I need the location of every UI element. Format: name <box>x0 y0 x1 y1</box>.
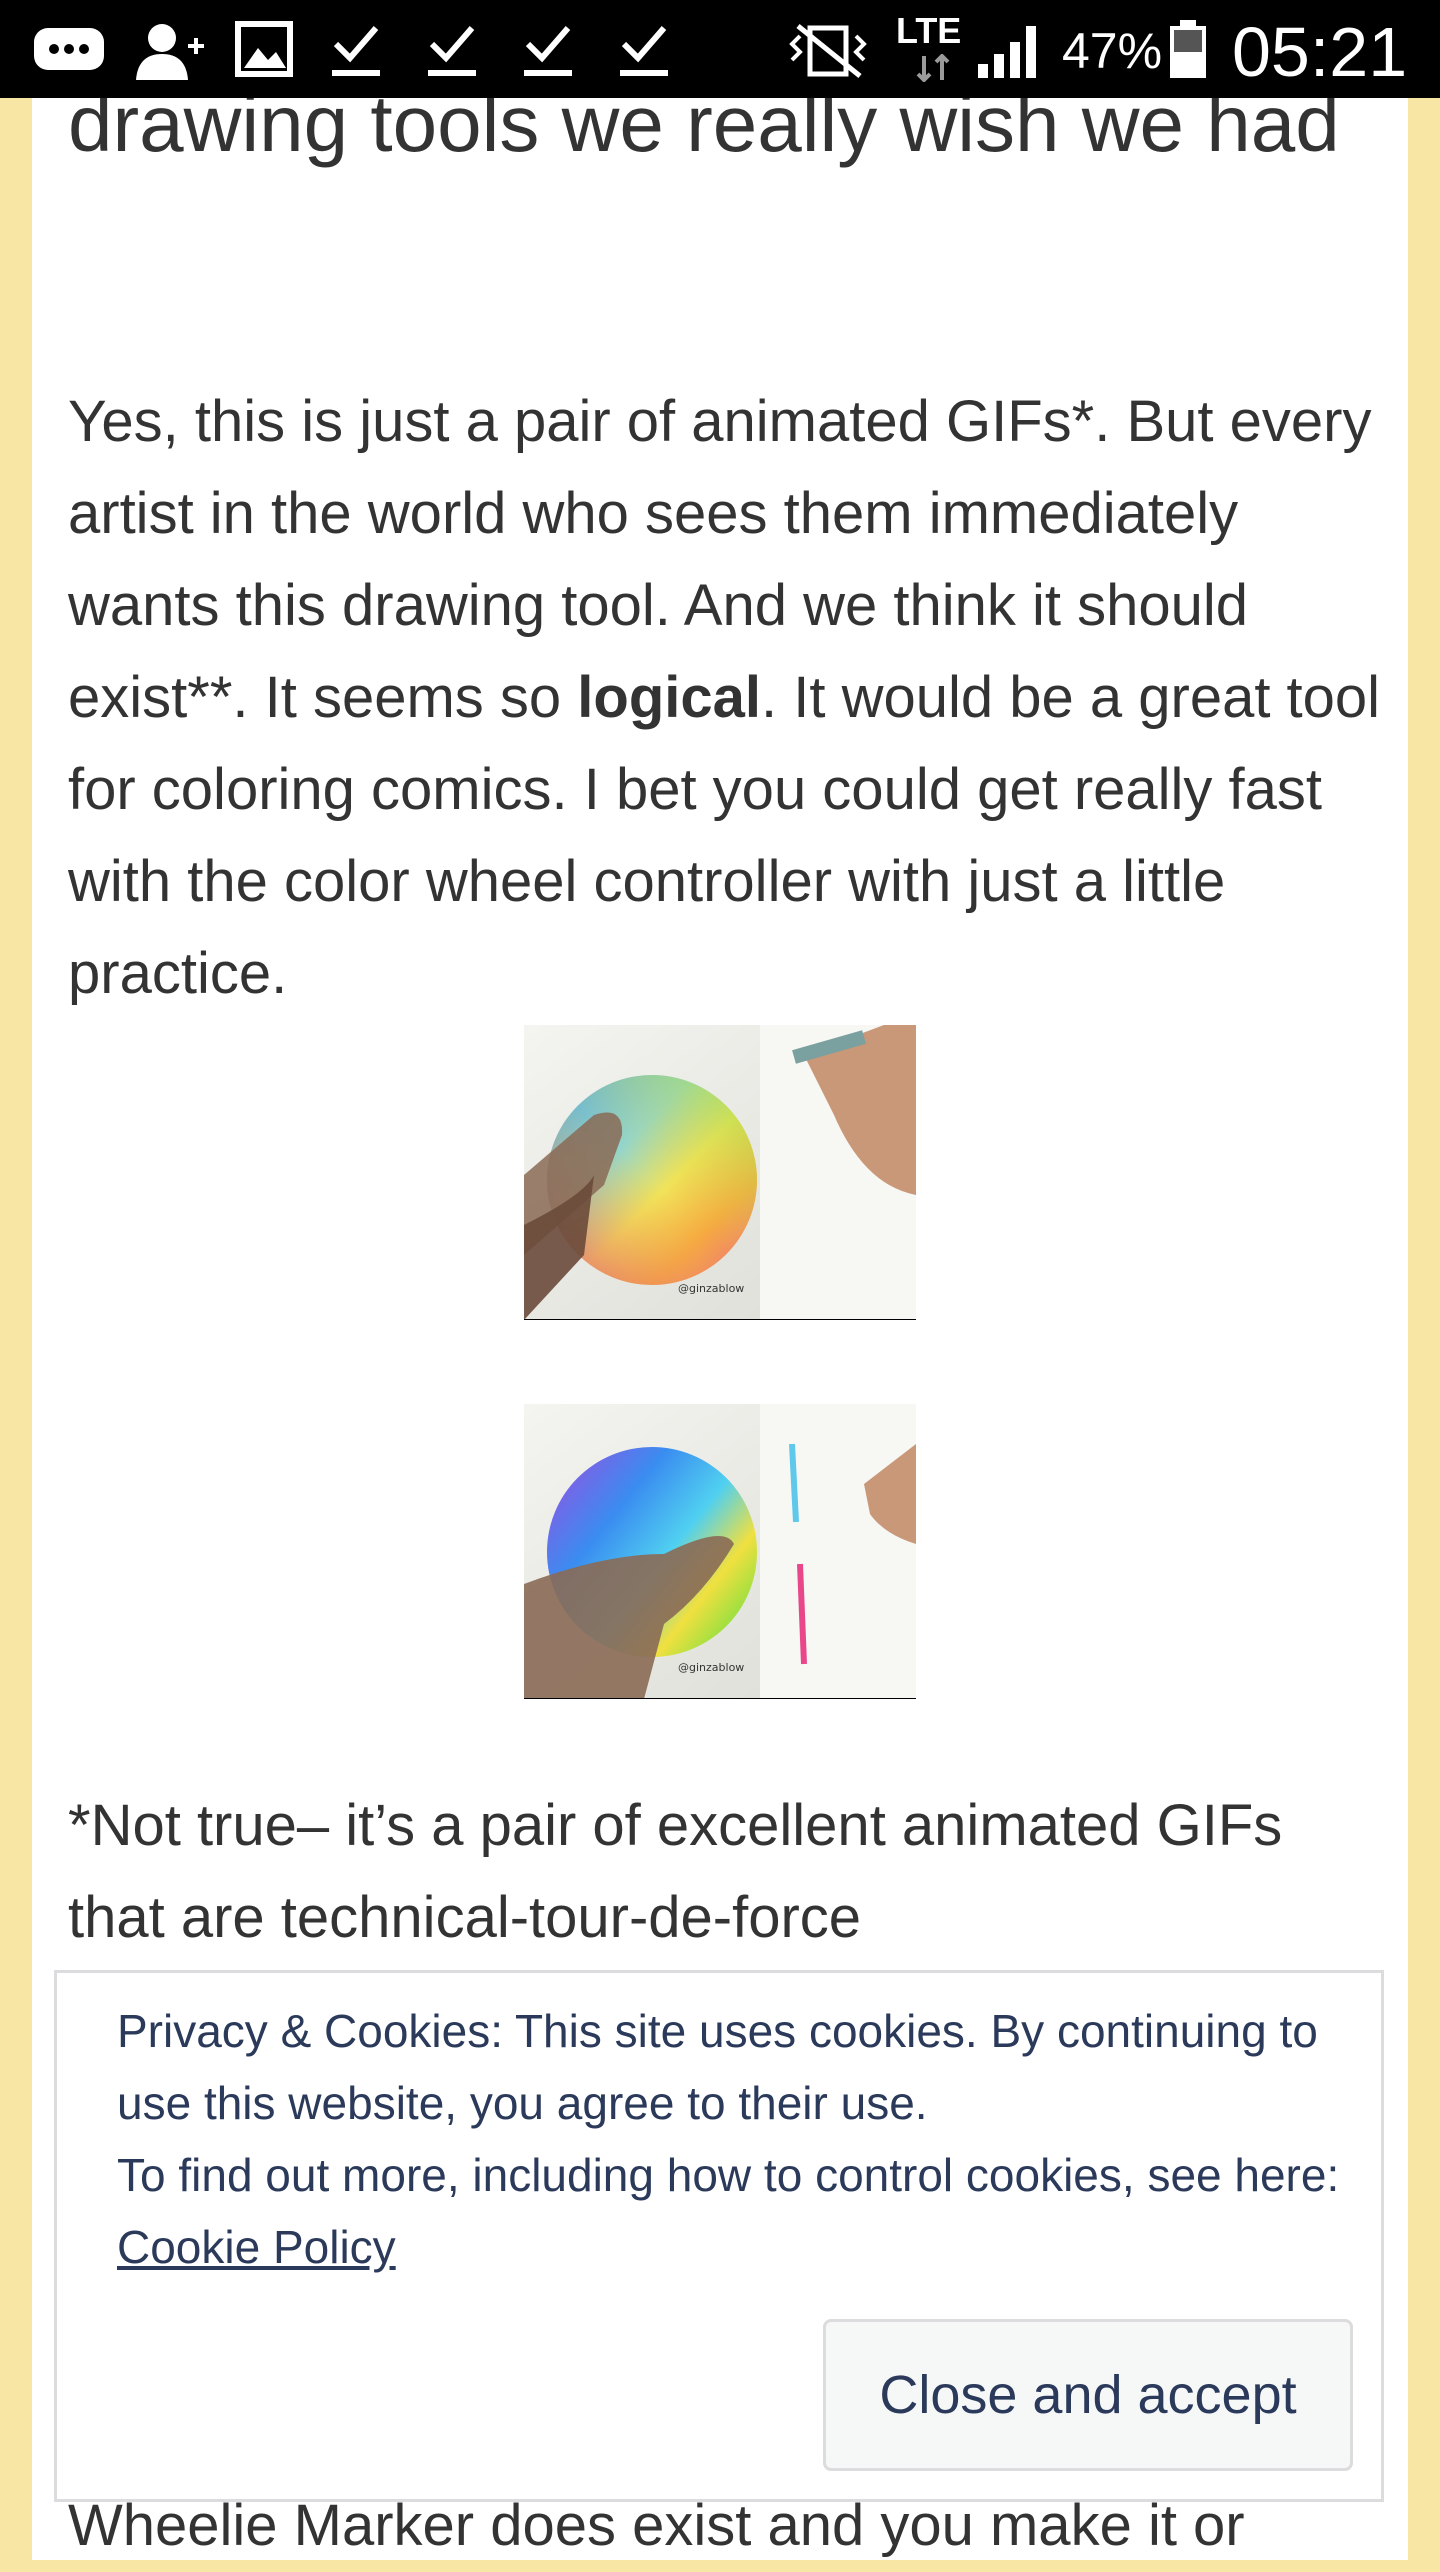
download-done-icon <box>428 26 476 76</box>
lte-icon: LTE <box>896 10 962 51</box>
cookie-line-2: To find out more, including how to contr… <box>117 2139 1377 2283</box>
article-paragraph-footnote: *Not true– it’s a pair of excellent anim… <box>68 1793 1283 1950</box>
battery-percent: 47% <box>1062 23 1163 79</box>
gif1-watermark: @ginzablow <box>678 1282 745 1295</box>
data-arrows-icon <box>916 54 950 82</box>
add-contact-icon <box>136 24 204 80</box>
animated-gif-1[interactable]: @ginzablow <box>524 1025 916 1320</box>
cookie-message: Privacy & Cookies: This site uses cookie… <box>117 1995 1377 2283</box>
status-bar: LTE 47% 05:21 <box>0 0 1440 98</box>
battery-icon <box>1170 20 1206 78</box>
cookie-line-2-text: To find out more, including how to contr… <box>117 2149 1340 2201</box>
cookie-policy-link[interactable]: Cookie Policy <box>117 2221 396 2273</box>
close-and-accept-button[interactable]: Close and accept <box>823 2319 1353 2471</box>
cookie-line-1: Privacy & Cookies: This site uses cookie… <box>117 2005 1318 2129</box>
signal-icon <box>978 26 1036 78</box>
vibrate-mute-icon <box>789 24 867 78</box>
download-done-icon <box>524 26 572 76</box>
animated-gif-2[interactable]: @ginzablow <box>524 1404 916 1699</box>
image-icon <box>235 21 293 77</box>
article-paragraph-intro: Yes, this is just a pair of animated GIF… <box>68 376 1398 1020</box>
download-done-icon <box>332 26 380 76</box>
download-done-icon <box>620 26 668 76</box>
clock: 05:21 <box>1232 13 1408 91</box>
color-wheel-image-1 <box>524 1025 916 1320</box>
gif2-watermark: @ginzablow <box>678 1661 745 1674</box>
cookie-banner: Privacy & Cookies: This site uses cookie… <box>54 1970 1384 2502</box>
color-wheel-image-2 <box>524 1404 916 1699</box>
chat-bubble-icon <box>34 28 104 70</box>
intro-text-bold: logical <box>577 665 762 730</box>
